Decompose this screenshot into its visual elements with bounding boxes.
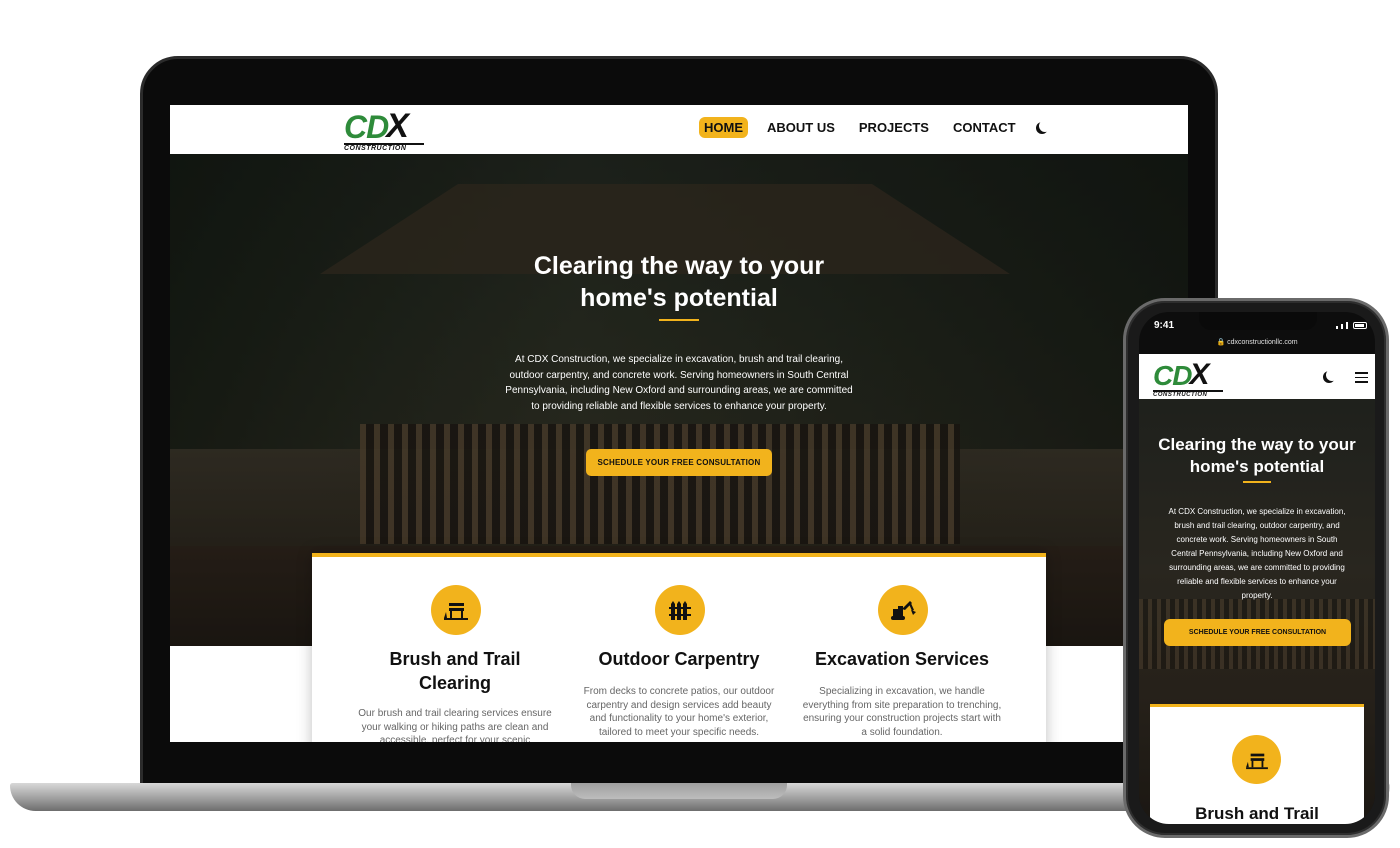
logo-x: X (386, 107, 409, 145)
nav-projects[interactable]: PROJECTS (854, 117, 934, 138)
service-description: Specializing in excavation, we handle ev… (802, 686, 1002, 738)
site-header: CD X CONSTRUCTION HOME ABOUT US PROJECTS… (170, 105, 1188, 154)
hero-description: At CDX Construction, we specialize in ex… (505, 354, 853, 412)
hero-divider (1243, 481, 1271, 483)
battery-icon (1353, 322, 1367, 329)
address-bar[interactable]: 🔒 cdxconstructionllc.com (1139, 338, 1375, 346)
hero-title: Clearing the way to your home's potentia… (470, 250, 888, 314)
mobile-site: 9:41 🔒 cdxconstructionllc.com CD X CONST… (1139, 312, 1375, 824)
hero-title-line2: home's potential (1189, 457, 1325, 476)
site-logo[interactable]: CD X CONSTRUCTION (344, 109, 424, 152)
hero-title-line2: home's potential (580, 284, 778, 312)
service-title: Brush and Trail (1195, 804, 1319, 823)
signal-icon (1346, 322, 1348, 329)
laptop-hinge-notch (571, 783, 787, 799)
hero-divider (659, 319, 699, 321)
logo-x: X (1189, 358, 1210, 391)
service-title: Brush and Trail Clearing (355, 647, 555, 695)
logo-subtitle: CONSTRUCTION (1153, 390, 1223, 398)
signal-icon (1336, 326, 1338, 329)
bench-icon (431, 585, 481, 635)
phone-notch (1199, 312, 1317, 330)
service-description: Our brush and trail clearing services en… (358, 708, 552, 742)
service-title-line2: Clearing (418, 673, 492, 693)
service-description: From decks to concrete patios, our outdo… (583, 686, 775, 738)
service-title-line1: Brush and Trail (389, 649, 521, 669)
mobile-hero-section: Clearing the way to your home's potentia… (1139, 399, 1375, 824)
hero-title-line1: Clearing the way to your (533, 252, 825, 280)
schedule-consultation-button[interactable]: SCHEDULE YOUR FREE CONSULTATION (1164, 619, 1351, 646)
hamburger-menu-icon[interactable] (1355, 372, 1368, 386)
service-title: Excavation Services (814, 649, 990, 669)
service-title: Outdoor Carpentry (598, 649, 760, 669)
address-bar-url: cdxconstructionllc.com (1227, 339, 1298, 346)
nav-contact[interactable]: CONTACT (948, 117, 1021, 138)
service-brush-trail[interactable]: Brush and Trail (1150, 704, 1364, 824)
status-bar-time: 9:41 (1154, 320, 1175, 331)
schedule-consultation-button[interactable]: SCHEDULE YOUR FREE CONSULTATION (586, 449, 772, 476)
mobile-header: CD X CONSTRUCTION (1139, 354, 1375, 399)
hero-description: At CDX Construction, we specialize in ex… (1168, 507, 1346, 600)
signal-icon (1341, 324, 1343, 329)
logo-subtitle: CONSTRUCTION (344, 143, 424, 152)
nav-about-us[interactable]: ABOUT US (762, 117, 840, 138)
moon-icon[interactable] (1039, 120, 1051, 132)
main-nav: HOME ABOUT US PROJECTS CONTACT (699, 117, 1047, 138)
hero-title: Clearing the way to your home's potentia… (1144, 434, 1370, 478)
bench-icon (1232, 735, 1281, 784)
moon-icon[interactable] (1326, 369, 1338, 381)
status-bar-icons (1336, 322, 1367, 329)
site-logo[interactable]: CD X CONSTRUCTION (1153, 360, 1223, 398)
logo-cd: CD (1153, 360, 1192, 391)
services-card: Brush and Trail Clearing Our brush and t… (312, 553, 1046, 742)
desktop-site: CD X CONSTRUCTION HOME ABOUT US PROJECTS… (170, 105, 1188, 742)
hero-title-line1: Clearing the way to your (1158, 435, 1356, 454)
logo-cd: CD (344, 109, 389, 145)
excavator-icon (878, 585, 928, 635)
fence-icon (655, 585, 705, 635)
nav-home[interactable]: HOME (699, 117, 748, 138)
